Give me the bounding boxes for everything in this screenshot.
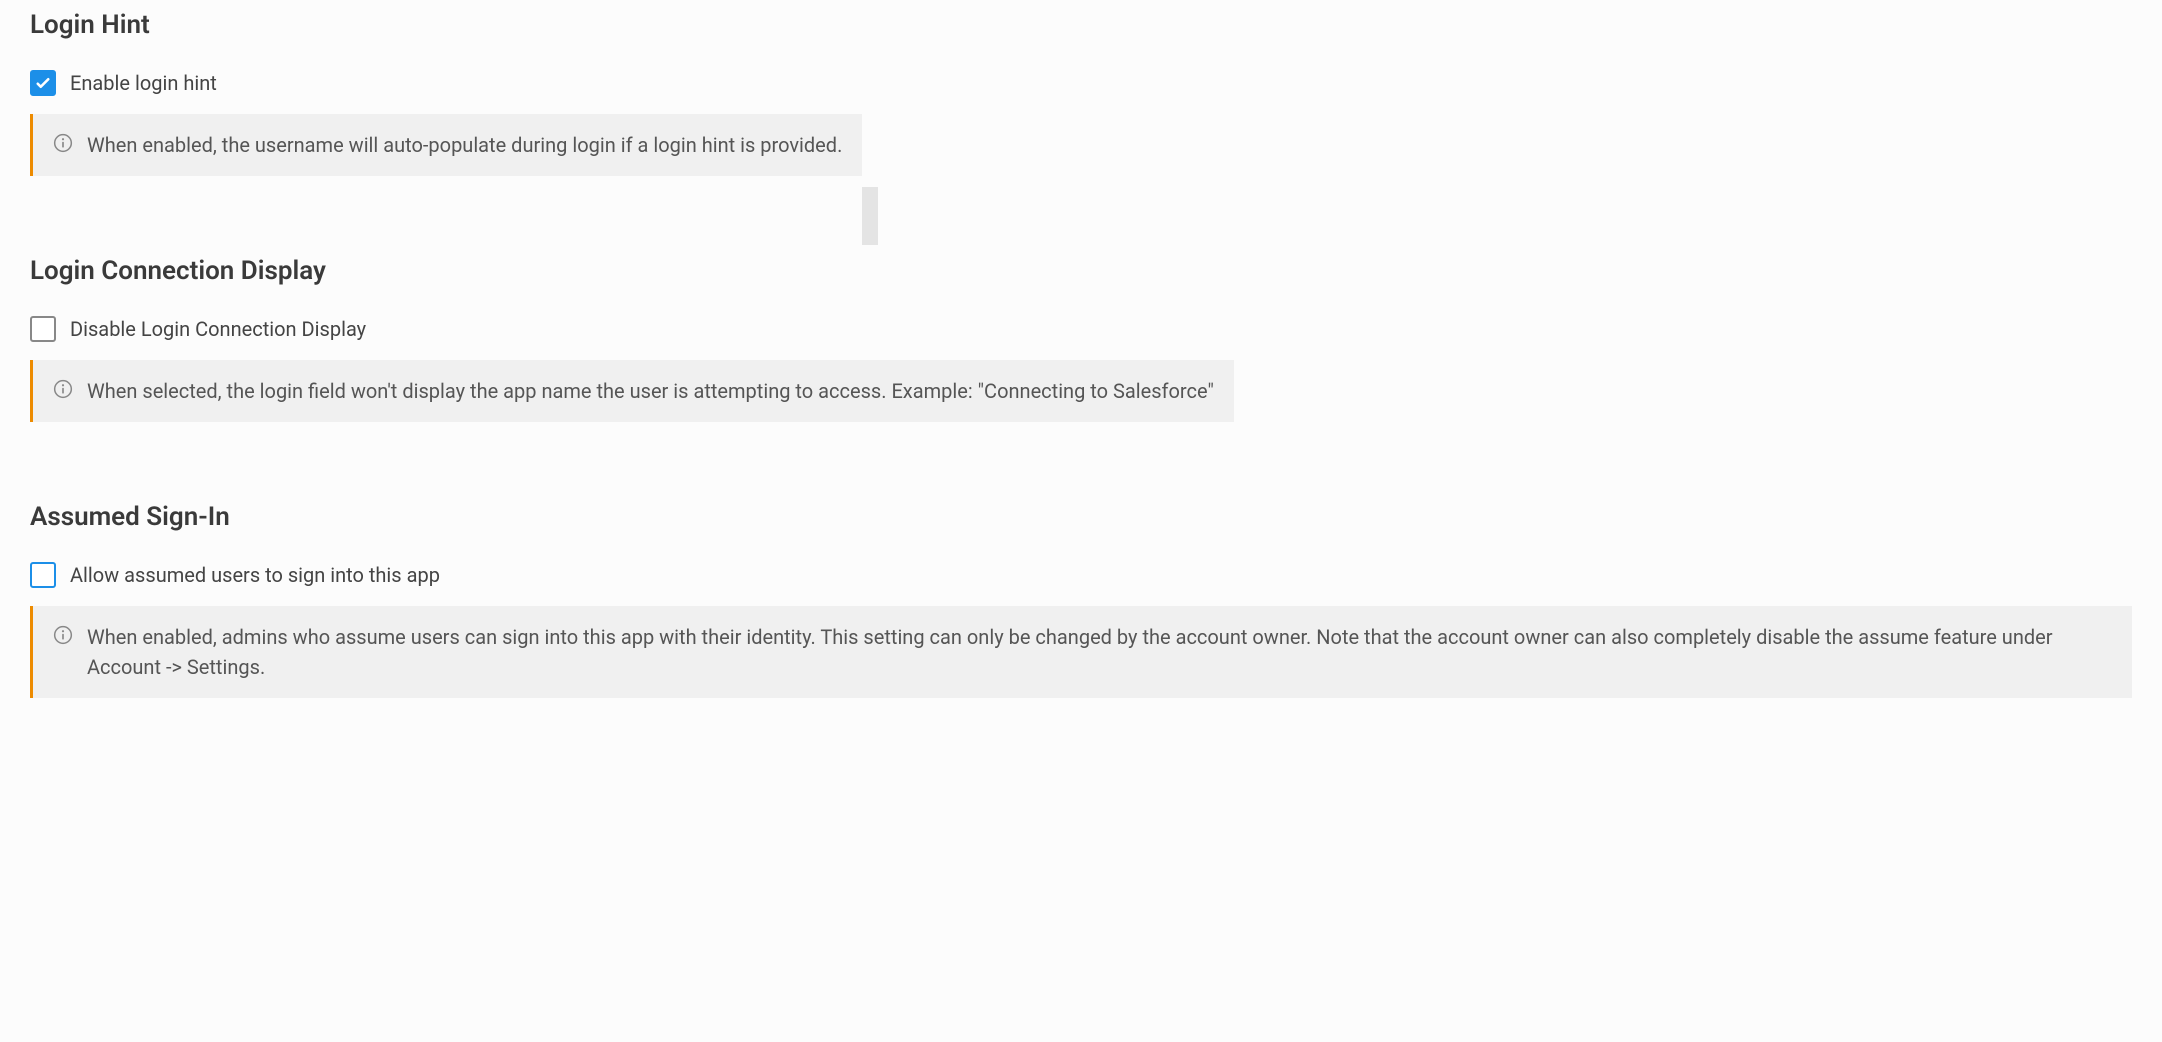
login-hint-section: Login Hint Enable login hint When enable… <box>30 10 2132 176</box>
scrollbar-thumb[interactable] <box>862 187 878 245</box>
enable-login-hint-checkbox[interactable] <box>30 70 56 96</box>
info-icon <box>53 625 73 645</box>
login-connection-info-text: When selected, the login field won't dis… <box>87 376 1214 406</box>
info-icon <box>53 379 73 399</box>
login-connection-display-title: Login Connection Display <box>30 256 2132 286</box>
enable-login-hint-label: Enable login hint <box>70 71 217 95</box>
assumed-signin-section: Assumed Sign-In Allow assumed users to s… <box>30 502 2132 698</box>
allow-assumed-users-checkbox[interactable] <box>30 562 56 588</box>
disable-login-connection-row: Disable Login Connection Display <box>30 316 2132 342</box>
disable-login-connection-label: Disable Login Connection Display <box>70 317 366 341</box>
assumed-signin-title: Assumed Sign-In <box>30 502 2132 532</box>
login-connection-info-box: When selected, the login field won't dis… <box>30 360 1234 422</box>
assumed-signin-info-box: When enabled, admins who assume users ca… <box>30 606 2132 698</box>
login-hint-title: Login Hint <box>30 10 2132 40</box>
assumed-signin-info-text: When enabled, admins who assume users ca… <box>87 622 2112 682</box>
login-hint-info-text: When enabled, the username will auto-pop… <box>87 130 842 160</box>
login-hint-info-box: When enabled, the username will auto-pop… <box>30 114 862 176</box>
enable-login-hint-row: Enable login hint <box>30 70 2132 96</box>
disable-login-connection-checkbox[interactable] <box>30 316 56 342</box>
checkmark-icon <box>34 74 52 92</box>
allow-assumed-users-label: Allow assumed users to sign into this ap… <box>70 563 440 587</box>
allow-assumed-users-row: Allow assumed users to sign into this ap… <box>30 562 2132 588</box>
login-connection-display-section: Login Connection Display Disable Login C… <box>30 256 2132 422</box>
info-icon <box>53 133 73 153</box>
